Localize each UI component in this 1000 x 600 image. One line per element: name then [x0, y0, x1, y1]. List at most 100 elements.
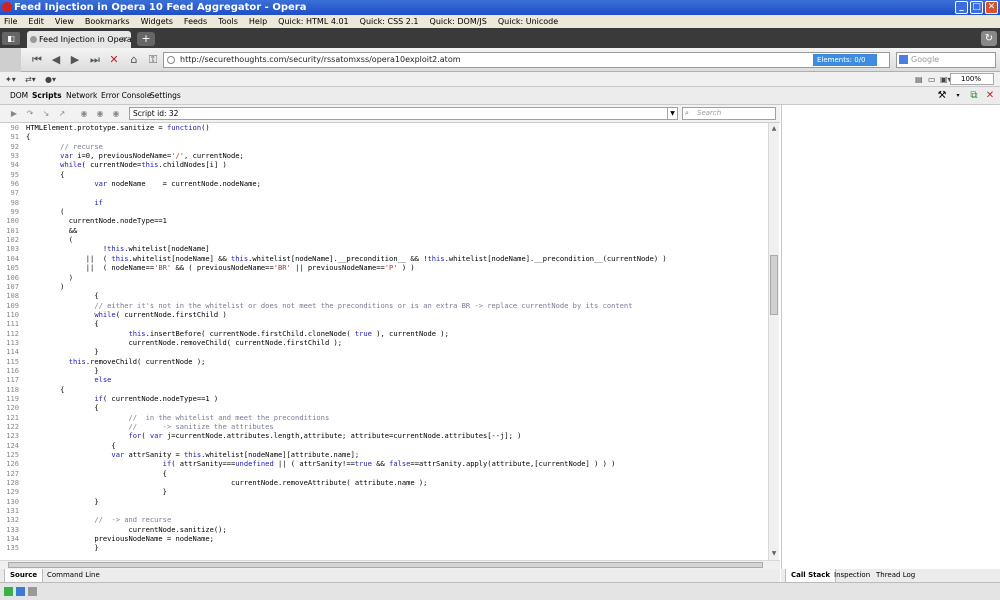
code-line[interactable]: 125 var attrSanity = this.whitelist[node…: [0, 450, 768, 459]
address-field[interactable]: http://securethoughts.com/security/rssat…: [163, 52, 890, 68]
search-field[interactable]: Google: [896, 52, 996, 68]
line-number[interactable]: 97: [0, 188, 26, 197]
line-number[interactable]: 133: [0, 525, 26, 534]
tab-command-line[interactable]: Command Line: [42, 569, 105, 582]
line-number[interactable]: 96: [0, 179, 26, 188]
code-line[interactable]: 135 }: [0, 543, 768, 552]
panel-toggle-button[interactable]: ◧: [2, 32, 20, 45]
code-line[interactable]: 106 ): [0, 273, 768, 282]
line-number[interactable]: 115: [0, 357, 26, 366]
menu-edit[interactable]: Edit: [28, 15, 44, 28]
code-line[interactable]: 92 // recurse: [0, 142, 768, 151]
code-line[interactable]: 112 this.insertBefore( currentNode.first…: [0, 329, 768, 338]
line-number[interactable]: 132: [0, 515, 26, 524]
code-line[interactable]: 122 // -> sanitize the attributes: [0, 422, 768, 431]
scroll-down-icon[interactable]: ▼: [770, 550, 778, 558]
code-line[interactable]: 91{: [0, 132, 768, 141]
tab-inspection[interactable]: Inspection: [829, 569, 875, 582]
line-number[interactable]: 114: [0, 347, 26, 356]
menu-bookmarks[interactable]: Bookmarks: [85, 15, 130, 28]
line-number[interactable]: 90: [0, 123, 26, 132]
menu-view[interactable]: View: [55, 15, 74, 28]
line-number[interactable]: 131: [0, 506, 26, 515]
horizontal-scrollbar[interactable]: [0, 560, 780, 569]
line-number[interactable]: 104: [0, 254, 26, 263]
step-into-icon[interactable]: ↘: [40, 108, 52, 120]
line-number[interactable]: 135: [0, 543, 26, 552]
line-number[interactable]: 127: [0, 469, 26, 478]
menu-widgets[interactable]: Widgets: [141, 15, 173, 28]
stop-icon[interactable]: ✕: [107, 53, 121, 67]
zoom-select[interactable]: 100%: [950, 73, 994, 85]
line-number[interactable]: 113: [0, 338, 26, 347]
attach-window-icon[interactable]: ⧉: [968, 90, 980, 102]
menu-quick-domjs[interactable]: Quick: DOM/JS: [430, 15, 487, 28]
menu-feeds[interactable]: Feeds: [184, 15, 207, 28]
scroll-thumb[interactable]: [770, 255, 778, 315]
code-line[interactable]: 119 if( currentNode.nodeType==1 ): [0, 394, 768, 403]
menu-tools[interactable]: Tools: [218, 15, 238, 28]
panel-icon[interactable]: ▤: [915, 72, 923, 87]
code-line[interactable]: 118 {: [0, 385, 768, 394]
code-line[interactable]: 102 (: [0, 235, 768, 244]
back-icon[interactable]: ◀: [49, 53, 63, 67]
tab-settings[interactable]: Settings: [146, 87, 185, 105]
code-line[interactable]: 100 currentNode.nodeType==1: [0, 216, 768, 225]
code-line[interactable]: 103 !this.whitelist[nodeName]: [0, 244, 768, 253]
line-number[interactable]: 124: [0, 441, 26, 450]
line-number[interactable]: 91: [0, 132, 26, 141]
code-line[interactable]: 107 ): [0, 282, 768, 291]
trash-icon[interactable]: ↻: [981, 31, 997, 46]
code-line[interactable]: 120 {: [0, 403, 768, 412]
line-number[interactable]: 126: [0, 459, 26, 468]
code-line[interactable]: 99 (: [0, 207, 768, 216]
code-line[interactable]: 130 }: [0, 497, 768, 506]
line-number[interactable]: 98: [0, 198, 26, 207]
line-number[interactable]: 111: [0, 319, 26, 328]
code-line[interactable]: 114 }: [0, 347, 768, 356]
line-number[interactable]: 106: [0, 273, 26, 282]
key-icon[interactable]: ⚿: [146, 53, 160, 67]
line-number[interactable]: 112: [0, 329, 26, 338]
close-devtools-icon[interactable]: ✕: [984, 90, 996, 102]
line-number[interactable]: 93: [0, 151, 26, 160]
line-number[interactable]: 110: [0, 310, 26, 319]
menu-quick-css[interactable]: Quick: CSS 2.1: [360, 15, 419, 28]
chevron-down-icon[interactable]: ▼: [667, 108, 677, 119]
line-number[interactable]: 116: [0, 366, 26, 375]
line-number[interactable]: 121: [0, 413, 26, 422]
tab-source[interactable]: Source: [4, 569, 44, 583]
home-icon[interactable]: ⌂: [127, 53, 141, 67]
line-number[interactable]: 101: [0, 226, 26, 235]
code-line[interactable]: 129 }: [0, 487, 768, 496]
dropdown-icon[interactable]: ▾: [952, 90, 964, 102]
new-tab-button[interactable]: +: [137, 32, 155, 46]
line-number[interactable]: 128: [0, 478, 26, 487]
line-number[interactable]: 95: [0, 170, 26, 179]
line-number[interactable]: 94: [0, 160, 26, 169]
code-line[interactable]: 97: [0, 188, 768, 197]
line-number[interactable]: 129: [0, 487, 26, 496]
line-number[interactable]: 119: [0, 394, 26, 403]
code-line[interactable]: 95 {: [0, 170, 768, 179]
tab-feed-injection[interactable]: Feed Injection in Opera ... ✕: [27, 31, 131, 48]
code-line[interactable]: 105 || ( nodeName=='BR' && ( previousNod…: [0, 263, 768, 272]
close-window-button[interactable]: ✕: [985, 1, 998, 14]
tab-scripts[interactable]: Scripts: [28, 87, 66, 105]
script-select[interactable]: Script id: 32 ▼: [129, 107, 678, 120]
code-line[interactable]: 115 this.removeChild( currentNode );: [0, 357, 768, 366]
stop-at-new-thread-icon[interactable]: ◉: [78, 108, 90, 120]
line-number[interactable]: 103: [0, 244, 26, 253]
code-line[interactable]: 133 currentNode.sanitize();: [0, 525, 768, 534]
rewind-icon[interactable]: ⏮: [30, 53, 44, 67]
fast-forward-icon[interactable]: ⏭: [88, 53, 102, 67]
menu-quick-html[interactable]: Quick: HTML 4.01: [278, 15, 348, 28]
code-line[interactable]: 109 // either it's not in the whitelist …: [0, 301, 768, 310]
tab-network[interactable]: Network: [62, 87, 101, 105]
line-number[interactable]: 122: [0, 422, 26, 431]
code-line[interactable]: 111 {: [0, 319, 768, 328]
code-line[interactable]: 108 {: [0, 291, 768, 300]
wand-icon[interactable]: ✦▾: [5, 72, 16, 87]
tab-close-icon[interactable]: ✕: [121, 31, 128, 48]
tab-thread-log[interactable]: Thread Log: [871, 569, 920, 582]
